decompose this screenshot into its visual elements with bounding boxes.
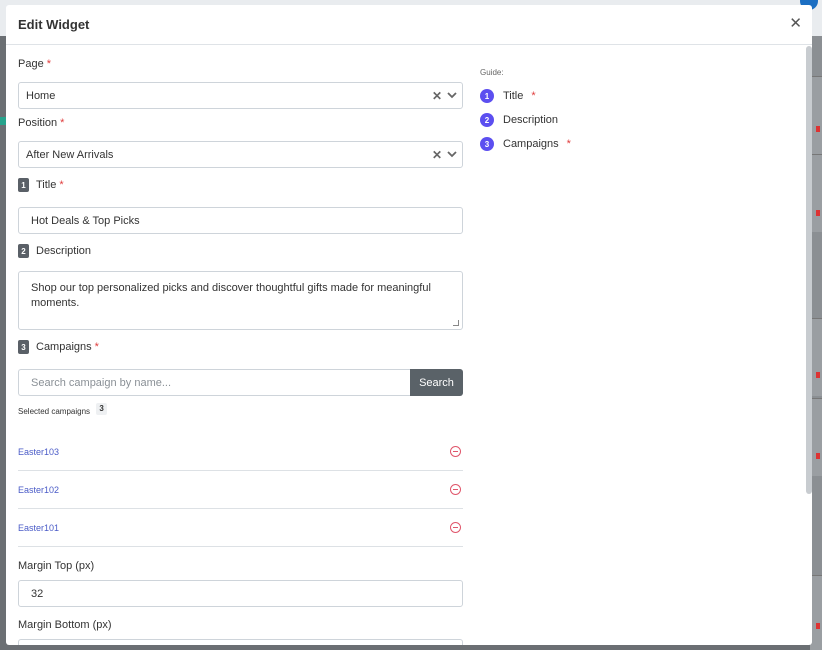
- campaign-row: Easter101: [18, 509, 463, 547]
- margin-top-input[interactable]: 32: [18, 580, 463, 607]
- title-input[interactable]: Hot Deals & Top Picks: [18, 207, 463, 234]
- title-label-text: Title: [36, 179, 57, 191]
- guide-item-title[interactable]: 1 Title *: [480, 89, 536, 103]
- page-select[interactable]: Home ✕: [18, 82, 463, 109]
- guide-item-campaigns[interactable]: 3 Campaigns *: [480, 137, 571, 151]
- position-label-text: Position: [18, 117, 58, 129]
- chevron-down-icon[interactable]: [446, 148, 458, 160]
- required-marker: *: [60, 117, 65, 129]
- background-indicator: [816, 126, 820, 132]
- step-badge: 2: [18, 244, 29, 258]
- chevron-down-icon[interactable]: [446, 89, 458, 101]
- page-label-text: Page: [18, 58, 44, 70]
- selected-count-badge: 3: [96, 402, 108, 415]
- guide-step-number: 3: [480, 137, 494, 151]
- position-label: Position *: [18, 117, 64, 129]
- position-select-value: After New Arrivals: [26, 148, 114, 161]
- clear-icon[interactable]: ✕: [432, 89, 442, 103]
- campaigns-label: 3 Campaigns *: [18, 340, 99, 354]
- selected-campaigns-text: Selected campaigns: [18, 407, 91, 416]
- clear-icon[interactable]: ✕: [432, 148, 442, 162]
- guide-step-number: 2: [480, 113, 494, 127]
- remove-icon[interactable]: [450, 522, 461, 533]
- required-marker: *: [94, 341, 99, 353]
- description-value: Shop our top personalized picks and disc…: [31, 282, 431, 309]
- modal-scrollbar[interactable]: [806, 46, 812, 494]
- campaign-link[interactable]: Easter101: [18, 523, 59, 533]
- resize-handle[interactable]: [453, 320, 459, 326]
- modal-header: Edit Widget: [6, 5, 812, 45]
- selected-campaigns-label: Selected campaigns 3: [18, 402, 108, 416]
- margin-top-label: Margin Top (px): [18, 560, 95, 572]
- position-select[interactable]: After New Arrivals ✕: [18, 141, 463, 168]
- margin-bottom-input[interactable]: 32: [18, 639, 463, 645]
- campaign-row: Easter103: [18, 433, 463, 471]
- required-marker: *: [566, 138, 571, 150]
- required-marker: *: [46, 58, 51, 70]
- description-label: 2 Description: [18, 244, 91, 258]
- margin-bottom-label: Margin Bottom (px): [18, 619, 112, 631]
- background-indicator: [816, 453, 820, 459]
- edit-widget-modal: Edit Widget ✕ Page * Home ✕ Position * A…: [6, 5, 812, 645]
- step-badge: 3: [18, 340, 29, 354]
- required-marker: *: [59, 179, 64, 191]
- campaign-row: Easter102: [18, 471, 463, 509]
- campaign-link[interactable]: Easter103: [18, 447, 59, 457]
- guide-item-label: Description: [503, 114, 559, 126]
- guide-title: Guide:: [480, 68, 504, 77]
- guide-step-number: 1: [480, 89, 494, 103]
- guide-panel: Guide: 1 Title * 2 Description 3 Campaig…: [480, 68, 780, 151]
- campaign-search-input[interactable]: Search campaign by name...: [18, 369, 410, 396]
- description-label-text: Description: [36, 245, 92, 257]
- campaign-link[interactable]: Easter102: [18, 485, 59, 495]
- search-placeholder: Search campaign by name...: [31, 376, 172, 389]
- required-marker: *: [531, 90, 536, 102]
- modal-body: Page * Home ✕ Position * After New Arriv…: [6, 46, 812, 645]
- modal-title: Edit Widget: [18, 17, 90, 32]
- guide-item-label: Campaigns: [503, 138, 559, 150]
- step-badge: 1: [18, 178, 29, 192]
- campaigns-label-text: Campaigns: [36, 341, 92, 353]
- background-indicator: [816, 623, 820, 629]
- remove-icon[interactable]: [450, 484, 461, 495]
- page-label: Page *: [18, 58, 51, 70]
- guide-item-description[interactable]: 2 Description: [480, 113, 558, 127]
- campaign-search: Search campaign by name... Search: [18, 369, 463, 396]
- background-indicator: [816, 210, 820, 216]
- remove-icon[interactable]: [450, 446, 461, 457]
- search-button[interactable]: Search: [410, 369, 463, 396]
- close-icon[interactable]: ✕: [789, 16, 802, 31]
- title-input-value: Hot Deals & Top Picks: [31, 214, 140, 227]
- page-select-value: Home: [26, 89, 56, 102]
- margin-top-value: 32: [31, 587, 44, 600]
- background-indicator: [816, 372, 820, 378]
- description-textarea[interactable]: Shop our top personalized picks and disc…: [18, 271, 463, 330]
- title-label: 1 Title *: [18, 178, 64, 192]
- guide-item-label: Title: [503, 90, 524, 102]
